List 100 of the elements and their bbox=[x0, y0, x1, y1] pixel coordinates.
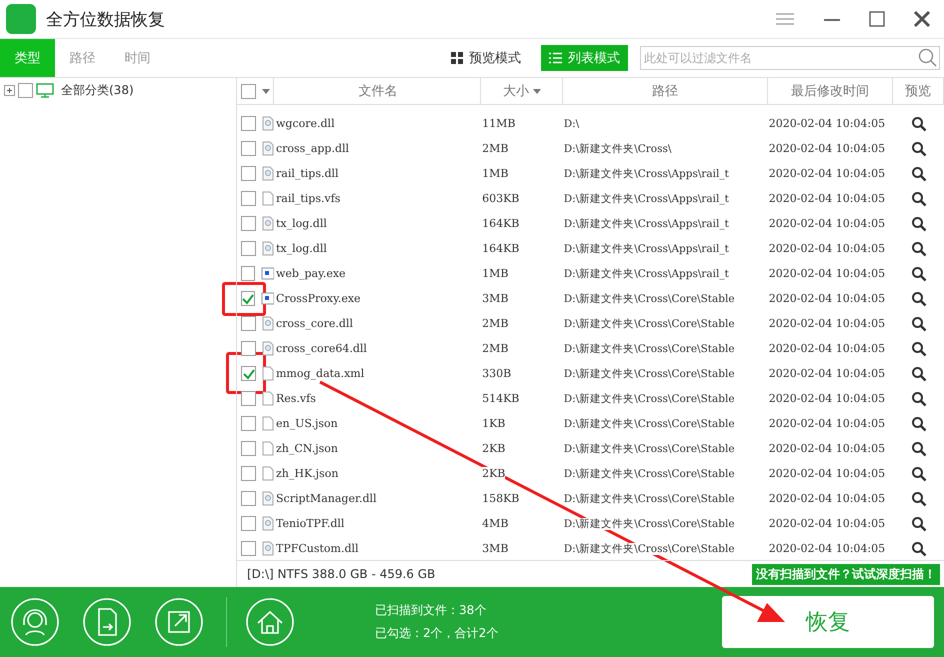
close-icon[interactable] bbox=[912, 10, 932, 28]
column-header[interactable]: 最后修改时间 bbox=[768, 78, 893, 104]
search-icon[interactable] bbox=[918, 48, 938, 68]
modified-time: 2020-02-04 10:04:05 bbox=[768, 467, 886, 480]
preview-icon[interactable] bbox=[910, 190, 927, 206]
select-all-checkbox[interactable] bbox=[241, 84, 256, 98]
preview-icon[interactable] bbox=[910, 140, 927, 156]
checkbox[interactable] bbox=[241, 516, 256, 531]
file-size: 3MB bbox=[482, 542, 508, 555]
file-size: 330B bbox=[482, 367, 512, 380]
recover-button[interactable]: 恢复 bbox=[722, 596, 934, 648]
checkbox[interactable] bbox=[18, 82, 33, 98]
file-name: ScriptManager.dll bbox=[276, 492, 377, 505]
filter-field[interactable]: 此处可以过滤文件名 bbox=[640, 46, 940, 70]
file-icon bbox=[262, 166, 274, 181]
export-icon[interactable] bbox=[154, 597, 204, 647]
preview-icon[interactable] bbox=[910, 466, 927, 482]
file-path: D:\新建文件夹\Cross\Core\Stable bbox=[564, 518, 735, 530]
caret-icon[interactable] bbox=[262, 88, 270, 94]
maximize-icon[interactable] bbox=[868, 11, 886, 27]
preview-icon[interactable] bbox=[910, 240, 927, 256]
preview-icon[interactable] bbox=[910, 166, 927, 182]
file-name: tx_log.dll bbox=[276, 217, 327, 230]
checkbox[interactable] bbox=[241, 316, 256, 331]
file-icon bbox=[262, 141, 274, 156]
home-icon[interactable] bbox=[226, 597, 295, 647]
column-header[interactable]: 文件名 bbox=[274, 78, 482, 104]
checkbox[interactable] bbox=[241, 416, 256, 431]
preview-icon[interactable] bbox=[910, 366, 927, 382]
checkbox[interactable] bbox=[241, 541, 256, 556]
file-name: Res.vfs bbox=[276, 392, 316, 405]
category-tab[interactable]: 类型 bbox=[0, 39, 55, 77]
checkbox[interactable] bbox=[241, 466, 256, 481]
file-path: D:\新建文件夹\Cross\Core\Stable bbox=[564, 418, 735, 430]
column-header[interactable]: 大小 bbox=[481, 78, 564, 104]
preview-icon[interactable] bbox=[910, 390, 927, 406]
checkbox[interactable] bbox=[241, 266, 256, 281]
modified-time: 2020-02-04 10:04:05 bbox=[768, 242, 886, 255]
modified-time: 2020-02-04 10:04:05 bbox=[768, 517, 886, 530]
preview-icon[interactable] bbox=[910, 490, 927, 506]
tree-item[interactable]: 全部分类(38) bbox=[61, 82, 134, 98]
file-name: wgcore.dll bbox=[276, 117, 335, 130]
category-tab[interactable]: 路径 bbox=[55, 39, 110, 77]
checkbox[interactable] bbox=[241, 216, 256, 231]
modified-time: 2020-02-04 10:04:05 bbox=[768, 117, 886, 130]
headset-icon[interactable] bbox=[10, 597, 60, 647]
deep-scan-link[interactable]: 没有扫描到文件？试试深度扫描！ bbox=[752, 564, 940, 584]
checkbox[interactable] bbox=[241, 241, 256, 256]
checkbox[interactable] bbox=[241, 391, 256, 406]
preview-icon[interactable] bbox=[910, 290, 927, 306]
modified-time: 2020-02-04 10:04:05 bbox=[768, 417, 886, 430]
file-name: cross_core.dll bbox=[276, 317, 353, 330]
preview-icon[interactable] bbox=[910, 116, 927, 132]
window-title: 全方位数据恢复 bbox=[46, 8, 165, 30]
modified-time: 2020-02-04 10:04:05 bbox=[768, 167, 886, 180]
modified-time: 2020-02-04 10:04:05 bbox=[768, 192, 886, 205]
preview-icon[interactable] bbox=[910, 316, 927, 332]
preview-icon[interactable] bbox=[910, 440, 927, 456]
view-mode-button[interactable]: 列表模式 bbox=[541, 45, 628, 71]
modified-time: 2020-02-04 10:04:05 bbox=[768, 367, 886, 380]
file-name: web_pay.exe bbox=[276, 267, 346, 280]
modified-time: 2020-02-04 10:04:05 bbox=[768, 342, 886, 355]
file-size: 1KB bbox=[482, 417, 506, 430]
checkbox[interactable] bbox=[241, 491, 256, 506]
file-path: D:\新建文件夹\Cross\Core\Stable bbox=[564, 342, 735, 354]
monitor-icon bbox=[36, 82, 54, 98]
category-tab[interactable]: 时间 bbox=[110, 39, 165, 77]
checkbox[interactable] bbox=[241, 141, 256, 156]
sort-caret-icon[interactable] bbox=[532, 88, 541, 94]
file-path: D:\新建文件夹\Cross\Core\Stable bbox=[564, 442, 735, 454]
file-path: D:\新建文件夹\Cross\Core\Stable bbox=[564, 368, 735, 380]
checkbox[interactable] bbox=[241, 366, 256, 381]
file-name: zh_HK.json bbox=[276, 467, 338, 480]
preview-icon[interactable] bbox=[910, 416, 927, 432]
file-size: 4MB bbox=[482, 517, 508, 530]
preview-icon[interactable] bbox=[910, 516, 927, 532]
file-icon bbox=[262, 316, 274, 331]
expand-icon[interactable] bbox=[4, 84, 15, 96]
checkbox[interactable] bbox=[241, 166, 256, 181]
column-header[interactable]: 路径 bbox=[563, 78, 768, 104]
modified-time: 2020-02-04 10:04:05 bbox=[768, 492, 886, 505]
checkbox[interactable] bbox=[241, 341, 256, 356]
preview-icon[interactable] bbox=[910, 540, 927, 556]
file-name: en_US.json bbox=[276, 417, 338, 430]
file-name: cross_app.dll bbox=[276, 142, 350, 155]
menu-icon[interactable] bbox=[774, 11, 796, 27]
grid-icon bbox=[451, 52, 463, 64]
preview-icon[interactable] bbox=[910, 340, 927, 356]
preview-icon[interactable] bbox=[910, 216, 927, 232]
drive-info: [D:\] NTFS 388.0 GB - 459.6 GB bbox=[247, 567, 436, 581]
checkbox[interactable] bbox=[241, 116, 256, 131]
file-name: tx_log.dll bbox=[276, 242, 327, 255]
view-mode-button[interactable]: 预览模式 bbox=[443, 45, 529, 71]
checkbox[interactable] bbox=[241, 291, 256, 306]
checkbox[interactable] bbox=[241, 191, 256, 206]
app-logo-icon bbox=[6, 4, 36, 34]
file-path: D:\新建文件夹\Cross\Core\Stable bbox=[564, 542, 735, 554]
checkbox[interactable] bbox=[241, 441, 256, 456]
preview-icon[interactable] bbox=[910, 266, 927, 282]
column-header[interactable]: 预览 bbox=[892, 78, 944, 104]
